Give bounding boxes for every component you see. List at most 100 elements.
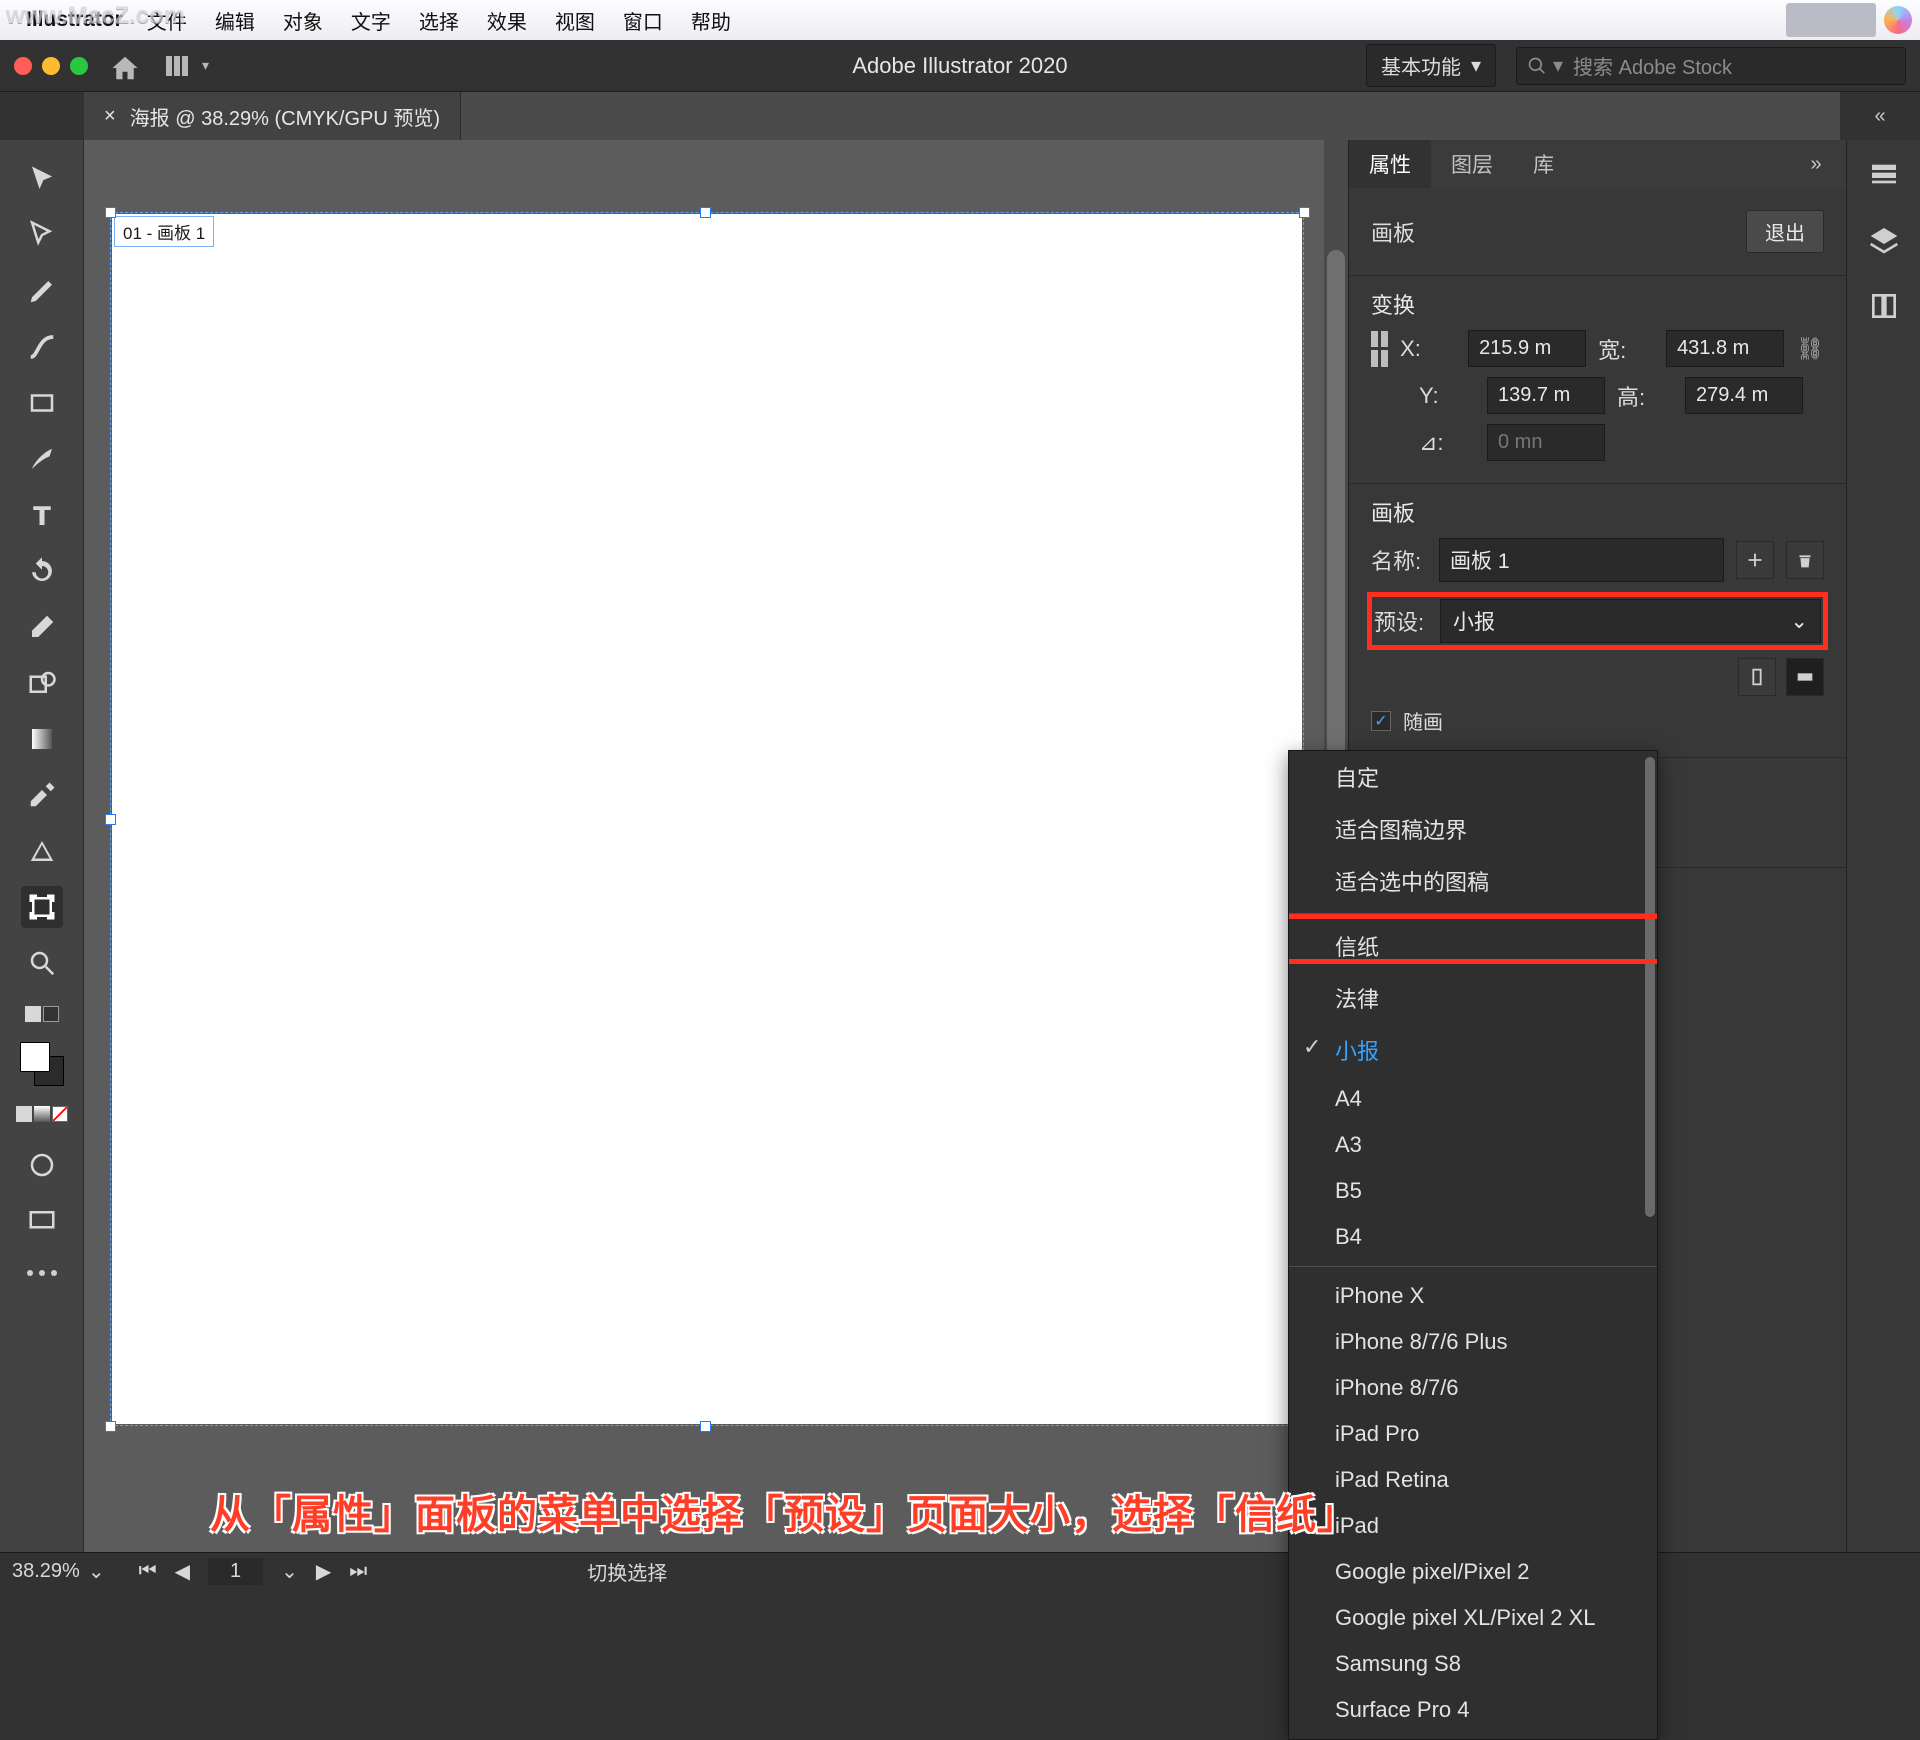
selection-tool[interactable]	[21, 158, 63, 200]
artboard[interactable]	[112, 214, 1302, 1424]
resize-handle[interactable]	[1299, 207, 1310, 218]
workspace-switcher[interactable]: 基本功能 ▾	[1366, 44, 1496, 87]
layers-dock-icon[interactable]	[1868, 224, 1900, 262]
more-tools-icon[interactable]	[27, 1270, 57, 1276]
delete-artboard-icon[interactable]	[1786, 541, 1824, 579]
y-input[interactable]: 139.7 m	[1487, 377, 1605, 414]
draw-mode-icon[interactable]	[21, 1144, 63, 1186]
preset-option[interactable]: iPhone 8/7/6 Plus	[1289, 1319, 1657, 1365]
preset-option[interactable]: A4	[1289, 1076, 1657, 1122]
preset-option[interactable]: 法律	[1289, 972, 1657, 1024]
resize-handle[interactable]	[105, 207, 116, 218]
preset-option[interactable]: B4	[1289, 1214, 1657, 1260]
menu-window[interactable]: 窗口	[623, 6, 663, 35]
libraries-dock-icon[interactable]	[1868, 290, 1900, 328]
window-minimize-button[interactable]	[42, 57, 60, 75]
preset-option[interactable]: Google pixel/Pixel 2	[1289, 1549, 1657, 1595]
preset-option[interactable]: 适合选中的图稿	[1289, 855, 1657, 907]
preset-option[interactable]: Surface Pro 4	[1289, 1687, 1657, 1733]
zoom-control[interactable]: 38.29% ⌄	[12, 1559, 105, 1584]
resize-handle[interactable]	[105, 814, 116, 825]
window-maximize-button[interactable]	[70, 57, 88, 75]
reference-point-icon[interactable]	[1371, 331, 1388, 367]
paintbrush-tool[interactable]	[21, 438, 63, 480]
screen-mode-icon[interactable]	[21, 1200, 63, 1242]
canvas[interactable]: 01 - 画板 1	[84, 140, 1348, 1552]
move-with-artboard-checkbox[interactable]	[1371, 711, 1391, 731]
gradient-tool[interactable]	[21, 718, 63, 760]
preset-option[interactable]: B5	[1289, 1168, 1657, 1214]
collapse-panel-icon[interactable]: »	[1786, 140, 1846, 188]
link-icon[interactable]: ⛓	[1796, 336, 1824, 362]
resize-handle[interactable]	[700, 207, 711, 218]
new-artboard-icon[interactable]	[1736, 541, 1774, 579]
rectangle-tool[interactable]	[21, 382, 63, 424]
preset-option[interactable]: 自定	[1289, 751, 1657, 803]
artboard-tool[interactable]	[21, 886, 63, 928]
tab-layers[interactable]: 图层	[1431, 140, 1513, 188]
x-input[interactable]: 215.9 m	[1468, 330, 1586, 367]
first-icon[interactable]: ⏮	[139, 1560, 157, 1583]
preset-option[interactable]: iPad Pro	[1289, 1411, 1657, 1457]
exit-button[interactable]: 退出	[1746, 210, 1824, 253]
h-input[interactable]: 279.4 m	[1685, 377, 1803, 414]
prev-icon[interactable]: ◀	[175, 1559, 190, 1584]
tab-properties[interactable]: 属性	[1349, 140, 1431, 188]
menu-select[interactable]: 选择	[419, 6, 459, 35]
properties-dock-icon[interactable]	[1868, 158, 1900, 196]
last-icon[interactable]: ⏭	[349, 1560, 367, 1583]
eyedropper-tool[interactable]	[21, 774, 63, 816]
preset-option[interactable]: ✓小报	[1289, 1024, 1657, 1076]
preset-option[interactable]: iPhone 8/7/6	[1289, 1365, 1657, 1411]
curvature-tool[interactable]	[21, 326, 63, 368]
rotate-tool[interactable]	[21, 550, 63, 592]
orientation-portrait-icon[interactable]	[1738, 658, 1776, 696]
direct-selection-tool[interactable]	[21, 214, 63, 256]
artboard-name-input[interactable]: 画板 1	[1439, 538, 1724, 582]
artboard-nav[interactable]: ⏮ ◀ 1 ⌄ ▶ ⏭	[139, 1558, 368, 1585]
resize-handle[interactable]	[105, 1421, 116, 1432]
stock-search[interactable]: ▾ 搜索 Adobe Stock	[1516, 47, 1906, 85]
app-name[interactable]: Illustrator	[26, 8, 123, 32]
zoom-tool[interactable]	[21, 942, 63, 984]
preset-dropdown[interactable]: 小报 ⌄	[1440, 599, 1821, 643]
siri-icon[interactable]	[1884, 6, 1912, 34]
menu-file[interactable]: 文件	[147, 6, 187, 35]
fill-stroke-toggle[interactable]	[25, 1006, 59, 1022]
menu-view[interactable]: 视图	[555, 6, 595, 35]
tab-libraries[interactable]: 库	[1513, 140, 1574, 188]
menu-effect[interactable]: 效果	[487, 6, 527, 35]
menubar-extra[interactable]	[1786, 3, 1876, 37]
next-icon[interactable]: ▶	[316, 1559, 331, 1584]
preset-option[interactable]: 适合图稿边界	[1289, 803, 1657, 855]
preset-option[interactable]: Google pixel XL/Pixel 2 XL	[1289, 1595, 1657, 1641]
close-icon[interactable]: ×	[104, 105, 116, 128]
fill-stroke-swatch[interactable]	[20, 1042, 64, 1086]
artboard-number[interactable]: 1	[208, 1558, 263, 1585]
preset-option[interactable]: Surface Pro 3	[1289, 1733, 1657, 1740]
home-icon[interactable]	[110, 53, 140, 79]
resize-handle[interactable]	[700, 1421, 711, 1432]
window-close-button[interactable]	[14, 57, 32, 75]
preset-option[interactable]: 信纸	[1289, 920, 1657, 972]
color-mode-row[interactable]	[16, 1106, 68, 1122]
type-tool[interactable]	[21, 494, 63, 536]
chevron-down-icon[interactable]: ▾	[202, 57, 209, 74]
shape-builder-tool[interactable]	[21, 662, 63, 704]
expand-panels-icon[interactable]: «	[1840, 92, 1920, 140]
pen-tool[interactable]	[21, 270, 63, 312]
preset-option[interactable]: Samsung S8	[1289, 1641, 1657, 1687]
orientation-landscape-icon[interactable]	[1786, 658, 1824, 696]
chevron-down-icon[interactable]: ⌄	[281, 1559, 298, 1584]
w-input[interactable]: 431.8 m	[1666, 330, 1784, 367]
eraser-tool[interactable]	[21, 606, 63, 648]
menu-help[interactable]: 帮助	[691, 6, 731, 35]
menu-object[interactable]: 对象	[283, 6, 323, 35]
perspective-tool[interactable]	[21, 830, 63, 872]
arrange-documents-icon[interactable]	[166, 56, 192, 76]
menu-edit[interactable]: 编辑	[215, 6, 255, 35]
preset-option[interactable]: A3	[1289, 1122, 1657, 1168]
menu-type[interactable]: 文字	[351, 6, 391, 35]
document-tab[interactable]: × 海报 @ 38.29% (CMYK/GPU 预览)	[84, 92, 461, 140]
preset-option[interactable]: iPhone X	[1289, 1273, 1657, 1319]
